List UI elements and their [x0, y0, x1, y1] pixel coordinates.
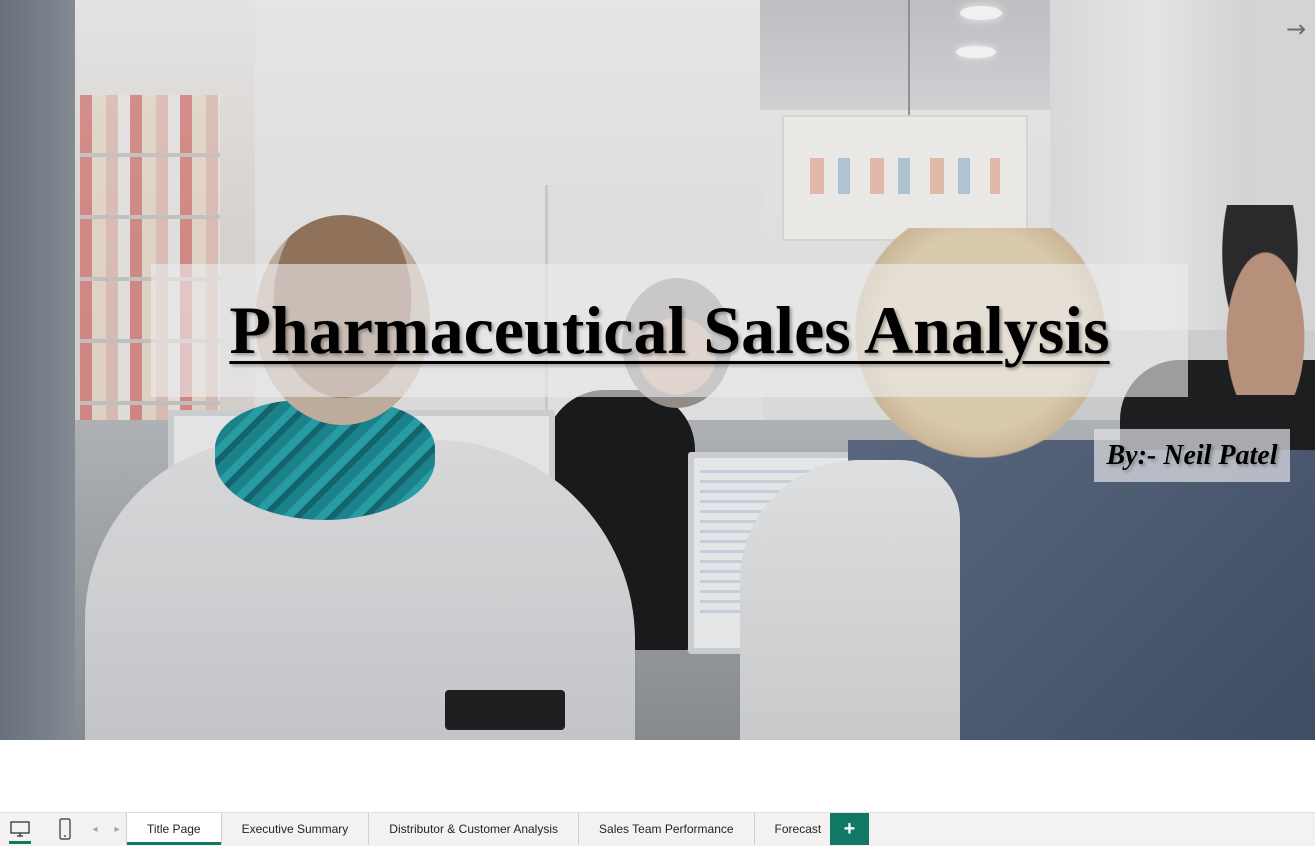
- mobile-icon: [59, 818, 71, 840]
- chevron-left-icon: ◂: [92, 823, 98, 835]
- chevron-right-icon: ▸: [114, 823, 120, 835]
- next-page-button[interactable]: ▸: [108, 813, 126, 845]
- desktop-icon: [10, 821, 30, 837]
- author-box: By:- Neil Patel: [1094, 429, 1290, 482]
- tab-title-page[interactable]: Title Page: [126, 813, 221, 845]
- tab-distributor-customer-analysis[interactable]: Distributor & Customer Analysis: [368, 813, 578, 845]
- page-title: Pharmaceutical Sales Analysis: [229, 292, 1110, 368]
- arrow-right-glyph: →: [1285, 15, 1307, 43]
- author-label: By:- Neil Patel: [1106, 439, 1278, 471]
- add-page-button[interactable]: +: [830, 813, 869, 845]
- page-tab-bar: ◂ ▸ Title Page Executive Summary Distrib…: [0, 812, 1315, 846]
- page-tabs: Title Page Executive Summary Distributor…: [126, 813, 841, 845]
- desktop-view-button[interactable]: [0, 813, 40, 845]
- mobile-view-button[interactable]: [45, 813, 85, 845]
- arrow-right-icon[interactable]: →: [1281, 14, 1311, 44]
- tab-sales-team-performance[interactable]: Sales Team Performance: [578, 813, 754, 845]
- plus-icon: +: [843, 817, 856, 840]
- tab-executive-summary[interactable]: Executive Summary: [220, 813, 369, 845]
- prev-page-button[interactable]: ◂: [86, 813, 104, 845]
- title-box: Pharmaceutical Sales Analysis: [151, 264, 1188, 397]
- report-canvas: Pharmaceutical Sales Analysis By:- Neil …: [0, 0, 1315, 740]
- tab-forecast[interactable]: Forecast: [753, 813, 842, 845]
